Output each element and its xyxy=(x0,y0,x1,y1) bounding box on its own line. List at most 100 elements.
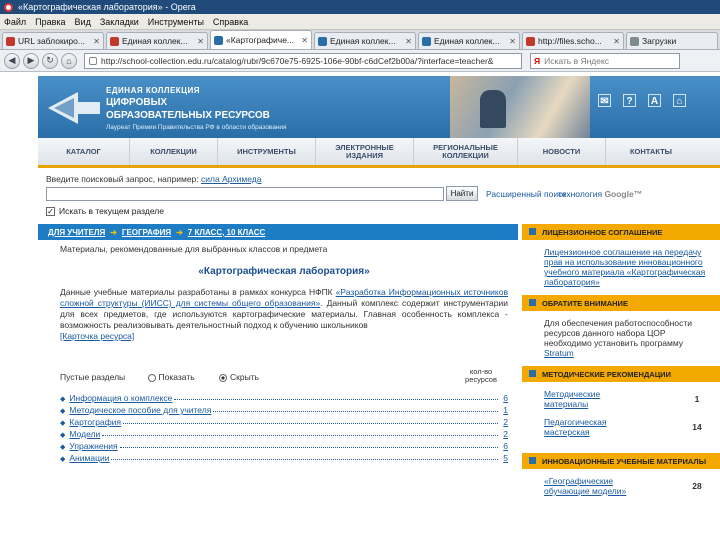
address-toolbar: ◀ ▶ ↻ ⌂ http://school-collection.edu.ru/… xyxy=(0,50,720,72)
browser-tab[interactable]: Единая коллек... ✕ xyxy=(418,32,520,49)
bullet-icon: ◆ xyxy=(60,432,66,439)
window-titlebar: «Картографическая лаборатория» - Opera xyxy=(0,0,720,14)
browser-tab[interactable]: http://files.scho... ✕ xyxy=(522,32,624,49)
method-heading: МЕТОДИЧЕСКИЕ РЕКОМЕНДАЦИИ xyxy=(522,366,720,382)
window-title: «Картографическая лаборатория» - Opera xyxy=(18,2,196,12)
bullet-icon: ◆ xyxy=(60,408,66,415)
reload-icon[interactable]: ↻ xyxy=(42,52,58,69)
list-item[interactable]: ◆ Методическое пособие для учителя 1 xyxy=(60,403,508,415)
menu-bookmarks[interactable]: Закладки xyxy=(100,17,139,27)
list-item[interactable]: ◆ Анимации 5 xyxy=(60,451,508,463)
close-tab-icon[interactable]: ✕ xyxy=(301,36,308,45)
menu-file[interactable]: Файл xyxy=(4,17,26,27)
home-icon[interactable]: ⌂ xyxy=(61,52,77,69)
breadcrumb-grade[interactable]: 7 КЛАСС, 10 КЛАСС xyxy=(188,228,266,237)
search-in-section-row[interactable]: ✓ Искать в текущем разделе xyxy=(46,206,164,216)
attention-heading: ОБРАТИТЕ ВНИМАНИЕ xyxy=(522,295,720,311)
list-item[interactable]: ◆ Картография 2 xyxy=(60,415,508,427)
resource-card-link[interactable]: [Карточка ресурса] xyxy=(60,331,134,341)
close-tab-icon[interactable]: ✕ xyxy=(509,37,516,46)
list-item[interactable]: ◆ Упражнения 6 xyxy=(60,439,508,451)
browser-tab[interactable]: Единая коллек... ✕ xyxy=(314,32,416,49)
logo-line-3: ОБРАЗОВАТЕЛЬНЫХ РЕСУРСОВ xyxy=(106,110,270,121)
forward-icon[interactable]: ▶ xyxy=(23,52,39,69)
search-in-section-checkbox[interactable]: ✓ xyxy=(46,206,55,216)
list-item[interactable]: ◆ Модели 2 xyxy=(60,427,508,439)
menu-help[interactable]: Справка xyxy=(213,17,248,27)
stratum-link[interactable]: Stratum xyxy=(544,348,574,358)
favicon-icon xyxy=(214,35,223,45)
favicon-icon xyxy=(6,36,15,46)
breadcrumb-teacher[interactable]: ДЛЯ УЧИТЕЛЯ xyxy=(48,228,105,237)
search-engine-field[interactable]: Я Искать в Яндекс xyxy=(530,52,680,69)
nav-contacts[interactable]: КОНТАКТЫ xyxy=(606,138,696,165)
nav-regional-collections[interactable]: РЕГИОНАЛЬНЫЕ КОЛЛЕКЦИИ xyxy=(414,138,518,165)
hide-radio[interactable] xyxy=(219,373,228,382)
page-info-icon[interactable] xyxy=(89,56,97,65)
description: Данные учебные материалы разработаны в р… xyxy=(60,287,508,330)
nav-news[interactable]: НОВОСТИ xyxy=(518,138,606,165)
menu-view[interactable]: Вид xyxy=(75,17,91,27)
award-text: Лауреат Премии Правительства РФ в област… xyxy=(106,124,287,131)
search-placeholder: Искать в Яндекс xyxy=(544,55,610,66)
close-tab-icon[interactable]: ✕ xyxy=(613,37,620,46)
method-block: Методические материалы 1 Педагогическая м… xyxy=(522,382,720,453)
address-field[interactable]: http://school-collection.edu.ru/catalog/… xyxy=(84,52,522,69)
favicon-icon xyxy=(422,36,431,46)
google-credit: технология Google™ xyxy=(558,189,643,199)
sections-list: ◆ Информация о комплексе 6 ◆ Методическое п… xyxy=(60,391,508,463)
back-icon[interactable]: ◀ xyxy=(4,52,20,69)
search-hint: Введите поисковый запрос, например: сила… xyxy=(46,174,262,184)
browser-tab[interactable]: Загрузки xyxy=(626,32,718,49)
resource-count-header: кол-во ресурсов xyxy=(465,367,497,384)
font-size-icon[interactable]: A xyxy=(648,94,661,107)
list-item[interactable]: ◆ Информация о комплексе 6 xyxy=(60,391,508,403)
list-item: Методические материалы 1 xyxy=(544,389,700,409)
site-header: ЕДИНАЯ КОЛЛЕКЦИЯ ЦИФРОВЫХ ОБРАЗОВАТЕЛЬНЫ… xyxy=(38,76,720,138)
nav-catalog[interactable]: КАТАЛОГ xyxy=(38,138,130,165)
menu-tools[interactable]: Инструменты xyxy=(148,17,204,27)
close-tab-icon[interactable]: ✕ xyxy=(197,37,204,46)
home-site-icon[interactable]: ⌂ xyxy=(673,94,686,107)
nav-e-publications[interactable]: ЭЛЕКТРОННЫЕ ИЗДАНИЯ xyxy=(316,138,414,165)
mail-icon[interactable]: ✉ xyxy=(598,94,611,107)
method-materials-link[interactable]: Методические материалы xyxy=(544,389,644,409)
nav-collections[interactable]: КОЛЛЕКЦИИ xyxy=(130,138,218,165)
site-search-input[interactable] xyxy=(46,187,444,201)
geo-models-link[interactable]: «Географические обучающие модели» xyxy=(544,476,644,496)
list-item: «Географические обучающие модели» 28 xyxy=(544,476,702,496)
nav-tools[interactable]: ИНСТРУМЕНТЫ xyxy=(218,138,316,165)
browser-tab-active[interactable]: «Картографиче... ✕ xyxy=(210,30,312,49)
help-icon[interactable]: ? xyxy=(623,94,636,107)
close-tab-icon[interactable]: ✕ xyxy=(93,37,100,46)
advanced-search-link[interactable]: Расширенный поиск xyxy=(486,189,566,199)
main-nav: КАТАЛОГ КОЛЛЕКЦИИ ИНСТРУМЕНТЫ ЭЛЕКТРОННЫ… xyxy=(38,138,720,168)
menu-bar: Файл Правка Вид Закладки Инструменты Спр… xyxy=(0,14,720,30)
show-radio[interactable] xyxy=(147,373,156,382)
empty-sections-label: Пустые разделы xyxy=(60,372,126,382)
breadcrumb-arrow-icon: ➔ xyxy=(110,227,117,237)
right-sidebar: ЛИЦЕНЗИОННОЕ СОГЛАШЕНИЕ Лицензионное сог… xyxy=(522,224,720,512)
show-option[interactable]: Показать xyxy=(147,372,195,382)
site-logo[interactable]: ЕДИНАЯ КОЛЛЕКЦИЯ ЦИФРОВЫХ ОБРАЗОВАТЕЛЬНЫ… xyxy=(106,86,287,131)
close-tab-icon[interactable]: ✕ xyxy=(405,37,412,46)
favicon-icon xyxy=(526,36,535,46)
bullet-icon: ◆ xyxy=(60,444,66,451)
favicon-icon xyxy=(630,36,639,46)
url-text: http://school-collection.edu.ru/catalog/… xyxy=(101,55,494,66)
breadcrumb-geography[interactable]: ГЕОГРАФИЯ xyxy=(122,228,171,237)
hide-option[interactable]: Скрыть xyxy=(219,372,259,382)
browser-tab[interactable]: URL заблокиро... ✕ xyxy=(2,32,104,49)
logo-line-1: ЕДИНАЯ КОЛЛЕКЦИЯ xyxy=(106,86,201,95)
innovative-block: «Географические обучающие модели» 28 xyxy=(522,469,720,512)
attention-block: Для обеспечения работоспособности ресурс… xyxy=(544,318,692,358)
menu-edit[interactable]: Правка xyxy=(35,17,65,27)
opera-logo-icon xyxy=(4,2,13,12)
pedagogical-workshop-link[interactable]: Педагогическая мастерская xyxy=(544,417,644,437)
search-example-link[interactable]: сила Архимеда xyxy=(201,174,261,184)
find-button[interactable]: Найти xyxy=(446,186,478,201)
breadcrumb-arrow-icon: ➔ xyxy=(176,227,183,237)
browser-tab[interactable]: Единая коллек... ✕ xyxy=(106,32,208,49)
license-heading: ЛИЦЕНЗИОННОЕ СОГЛАШЕНИЕ xyxy=(522,224,720,240)
license-link[interactable]: Лицензионное соглашение на передачу прав… xyxy=(544,247,705,287)
